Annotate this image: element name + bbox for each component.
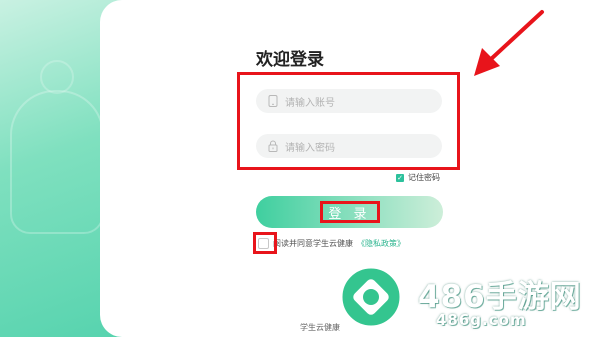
footer-app-name: 学生云健康 [300, 323, 340, 332]
remember-label: 记住密码 [408, 173, 440, 182]
page-title: 欢迎登录 [256, 50, 324, 70]
agreement-row: 阅读并同意学生云健康 《隐私政策》 [258, 238, 405, 249]
decor-shape [10, 90, 104, 234]
remember-password[interactable]: ✓ 记住密码 [396, 172, 440, 183]
agree-text: 阅读并同意学生云健康 [273, 239, 353, 248]
watermark-url: 486g.com [436, 311, 527, 329]
annotation-box-login [320, 201, 380, 223]
annotation-arrow-icon [474, 10, 544, 76]
watermark-logo-icon [339, 265, 403, 329]
watermark-brand: 486手游网 [418, 279, 582, 315]
annotation-box-agree [253, 232, 277, 254]
annotation-box-inputs [237, 72, 460, 170]
privacy-policy-link[interactable]: 《隐私政策》 [357, 238, 405, 249]
decor-circle [40, 60, 74, 94]
check-icon[interactable]: ✓ [396, 173, 404, 182]
